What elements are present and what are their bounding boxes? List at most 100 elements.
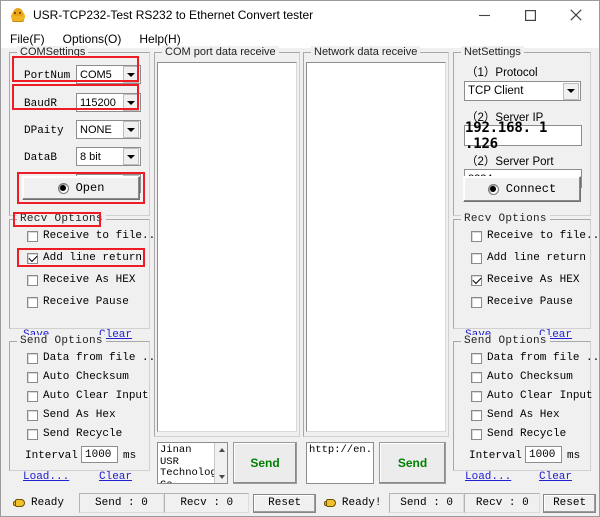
com-recv-options-title: Recv Options bbox=[17, 213, 106, 225]
portnum-label: PortNum bbox=[24, 70, 71, 82]
net-interval-value: 1000 bbox=[529, 448, 556, 461]
portnum-value: COM5 bbox=[80, 68, 112, 81]
dpaity-combo[interactable]: NONE bbox=[76, 120, 141, 139]
net-send-recycle-checkbox[interactable]: Send Recycle bbox=[471, 428, 566, 440]
net-send-input[interactable]: http://en.usr.cn bbox=[306, 442, 374, 484]
net-recv-to-file-checkbox[interactable]: Receive to file... bbox=[471, 230, 600, 242]
com-status-state: Ready bbox=[4, 493, 79, 513]
com-data-from-file-label: Data from file ... bbox=[43, 352, 162, 364]
scroll-up-icon[interactable] bbox=[215, 443, 227, 456]
minimize-icon[interactable] bbox=[461, 1, 507, 29]
net-auto-checksum-label: Auto Checksum bbox=[487, 371, 573, 383]
com-auto-checksum-checkbox[interactable]: Auto Checksum bbox=[27, 371, 129, 383]
net-data-from-file-label: Data from file ... bbox=[487, 352, 600, 364]
com-recv-to-file-checkbox[interactable]: Receive to file... bbox=[27, 230, 162, 242]
net-send-load-link[interactable]: Load... bbox=[465, 471, 511, 483]
server-ip-input[interactable]: 192.168. 1 .126 bbox=[464, 120, 582, 152]
net-auto-clear-input-checkbox[interactable]: Auto Clear Input bbox=[471, 390, 593, 402]
com-add-line-return-checkbox[interactable]: Add line return bbox=[27, 252, 142, 264]
radio-indicator-icon bbox=[487, 183, 499, 195]
net-recv-to-file-label: Receive to file... bbox=[487, 230, 600, 242]
net-interval-input[interactable]: 1000 bbox=[525, 446, 562, 463]
com-send-as-hex-label: Send As Hex bbox=[43, 409, 116, 421]
portnum-combo[interactable]: COM5 bbox=[76, 65, 141, 84]
net-receive-title: Network data receive bbox=[311, 46, 421, 58]
checkbox-icon bbox=[27, 296, 38, 308]
com-recv-pause-checkbox[interactable]: Receive Pause bbox=[27, 296, 129, 308]
protocol-combo[interactable]: TCP Client bbox=[464, 81, 581, 101]
connect-button[interactable]: Connect bbox=[463, 176, 581, 202]
app-logo-icon bbox=[10, 7, 26, 23]
net-settings-title: NetSettings bbox=[461, 46, 524, 58]
scroll-down-icon[interactable] bbox=[215, 470, 227, 483]
baudr-combo[interactable]: 115200 bbox=[76, 93, 141, 112]
com-recv-as-hex-checkbox[interactable]: Receive As HEX bbox=[27, 274, 135, 286]
connect-button-label: Connect bbox=[505, 182, 557, 196]
com-auto-clear-input-checkbox[interactable]: Auto Clear Input bbox=[27, 390, 149, 402]
checkbox-icon bbox=[471, 352, 482, 364]
net-reset-button[interactable]: Reset bbox=[543, 493, 596, 513]
checkbox-icon bbox=[471, 371, 482, 383]
com-receive-textarea[interactable] bbox=[157, 62, 297, 432]
close-icon[interactable] bbox=[553, 1, 599, 29]
checkbox-icon bbox=[27, 274, 38, 286]
menu-item-options[interactable]: Options(O) bbox=[63, 32, 122, 46]
net-data-from-file-checkbox[interactable]: Data from file ... bbox=[471, 352, 600, 364]
net-send-clear-link[interactable]: Clear bbox=[539, 471, 572, 483]
title-bar: USR-TCP232-Test RS232 to Ethernet Conver… bbox=[1, 1, 599, 29]
checkbox-icon bbox=[27, 390, 38, 402]
com-send-button[interactable]: Send bbox=[233, 442, 297, 484]
net-recv-count: Recv : 0 bbox=[464, 493, 541, 513]
net-recv-as-hex-checkbox[interactable]: Receive As HEX bbox=[471, 274, 579, 286]
com-send-input-scrollbar[interactable] bbox=[214, 443, 227, 483]
net-recv-pause-checkbox[interactable]: Receive Pause bbox=[471, 296, 573, 308]
com-data-from-file-checkbox[interactable]: Data from file ... bbox=[27, 352, 162, 364]
chevron-down-icon[interactable] bbox=[123, 66, 139, 83]
net-recv-options-group: Recv Options Receive to file... Add line… bbox=[453, 213, 600, 329]
checkbox-icon bbox=[471, 230, 482, 242]
app-window: USR-TCP232-Test RS232 to Ethernet Conver… bbox=[0, 0, 600, 517]
menu-item-file[interactable]: File(F) bbox=[10, 32, 45, 46]
net-send-input-value: http://en.usr.cn bbox=[309, 444, 373, 456]
net-send-button-label: Send bbox=[397, 456, 428, 470]
checkbox-icon bbox=[27, 409, 38, 421]
checkbox-icon bbox=[471, 296, 482, 308]
com-receive-title: COM port data receive bbox=[162, 46, 279, 58]
open-button[interactable]: Open bbox=[22, 176, 140, 200]
net-send-as-hex-checkbox[interactable]: Send As Hex bbox=[471, 409, 560, 421]
datab-combo[interactable]: 8 bit bbox=[76, 147, 141, 166]
protocol-label: （1）Protocol bbox=[466, 67, 538, 79]
com-reset-button[interactable]: Reset bbox=[253, 493, 316, 513]
net-send-count: Send : 0 bbox=[388, 493, 465, 513]
net-reset-label: Reset bbox=[553, 497, 587, 509]
com-settings-title: COMSettings bbox=[17, 46, 89, 58]
chevron-down-icon[interactable] bbox=[563, 82, 579, 100]
dpaity-value: NONE bbox=[80, 123, 112, 136]
com-interval-input[interactable]: 1000 bbox=[81, 446, 118, 463]
net-receive-textarea[interactable] bbox=[306, 62, 446, 432]
window-controls bbox=[461, 1, 599, 29]
datab-value: 8 bit bbox=[80, 150, 101, 163]
net-auto-checksum-checkbox[interactable]: Auto Checksum bbox=[471, 371, 573, 383]
net-add-line-return-checkbox[interactable]: Add line return bbox=[471, 252, 586, 264]
chevron-down-icon[interactable] bbox=[123, 121, 139, 138]
net-send-button[interactable]: Send bbox=[379, 442, 446, 484]
com-send-input[interactable]: Jinan USR Technology Co., bbox=[157, 442, 228, 484]
status-bar: Ready Send : 0 Recv : 0 Reset Ready! Sen… bbox=[4, 493, 596, 513]
com-send-as-hex-checkbox[interactable]: Send As Hex bbox=[27, 409, 116, 421]
menu-item-help[interactable]: Help(H) bbox=[139, 32, 180, 46]
com-send-recycle-checkbox[interactable]: Send Recycle bbox=[27, 428, 122, 440]
protocol-value: TCP Client bbox=[468, 85, 524, 97]
com-recv-options-group: Recv Options Receive to file... Add line… bbox=[9, 213, 162, 329]
net-receive-content bbox=[307, 63, 445, 67]
maximize-icon[interactable] bbox=[507, 1, 553, 29]
main-body: COMSettings PortNum COM5 BaudR 115200 DP… bbox=[1, 46, 600, 516]
com-send-recycle-label: Send Recycle bbox=[43, 428, 123, 440]
chevron-down-icon[interactable] bbox=[123, 94, 139, 111]
chevron-down-icon[interactable] bbox=[123, 148, 139, 165]
com-send-clear-link[interactable]: Clear bbox=[99, 471, 132, 483]
com-send-options-group: Send Options Data from file ... Auto Che… bbox=[9, 335, 162, 471]
com-recv-count: Recv : 0 bbox=[164, 493, 250, 513]
com-send-load-link[interactable]: Load... bbox=[23, 471, 69, 483]
hand-pointer-icon bbox=[323, 497, 338, 509]
